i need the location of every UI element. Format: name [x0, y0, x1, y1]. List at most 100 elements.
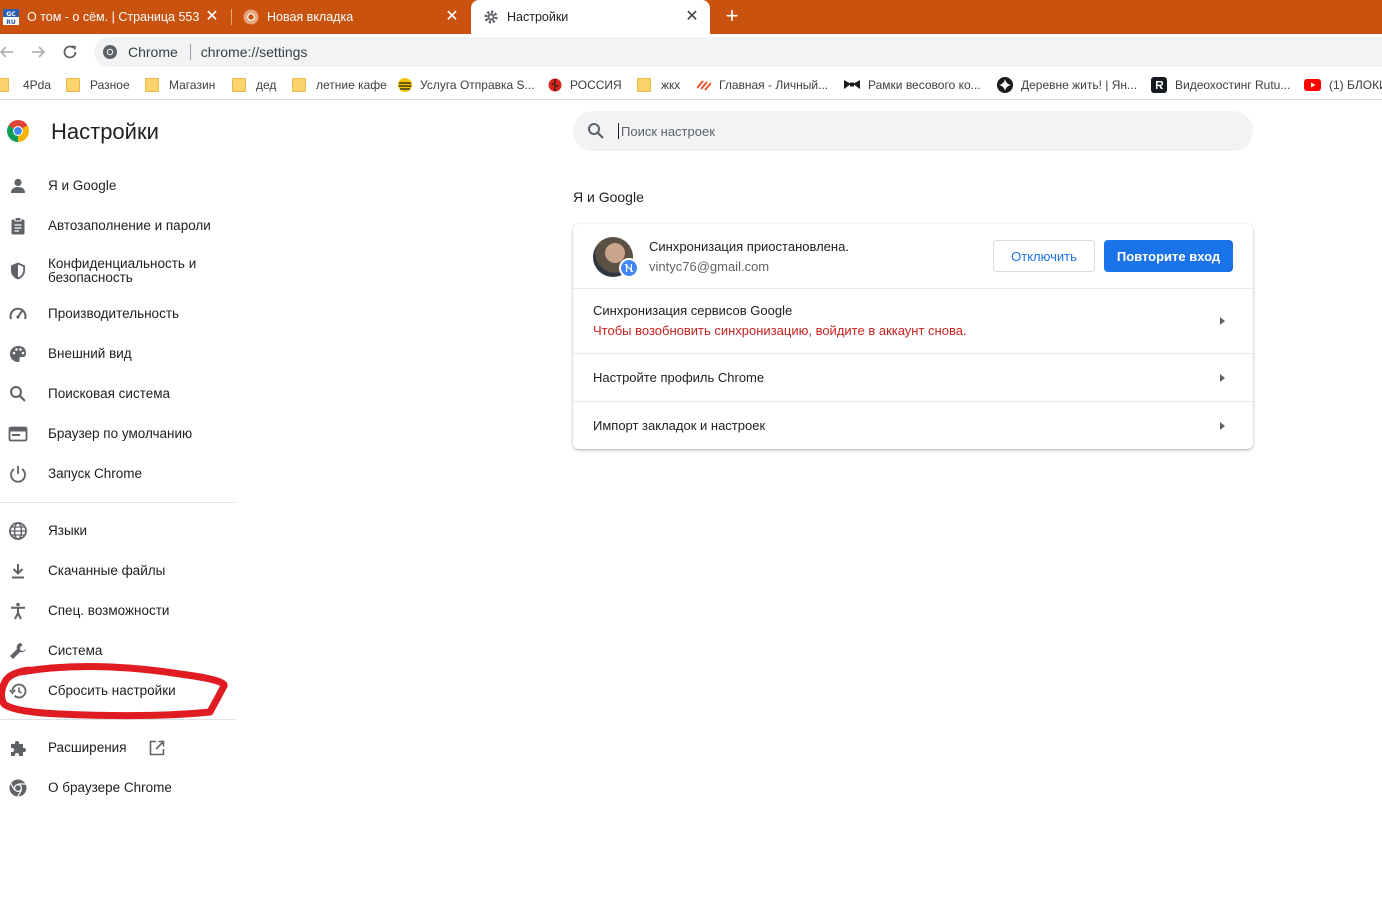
- sidebar-item-languages[interactable]: Языки: [0, 521, 235, 541]
- sidebar-item-label: Конфиденциальность и безопасность: [48, 256, 197, 285]
- bookmark-label: дед: [256, 78, 277, 92]
- person-icon: [11, 178, 25, 193]
- bookmark-label: жкх: [661, 78, 681, 92]
- folder-icon: [637, 78, 651, 92]
- bookmark-raznoe[interactable]: Разное: [66, 76, 130, 94]
- zen-icon: [997, 77, 1013, 93]
- row-error-text: Чтобы возобновить синхронизацию, войдите…: [593, 323, 967, 338]
- sidebar-item-label: Система: [48, 643, 103, 658]
- sidebar-item-on-startup[interactable]: Запуск Chrome: [0, 464, 235, 484]
- search-icon: [588, 123, 604, 139]
- external-link-icon[interactable]: [148, 739, 166, 757]
- reload-icon[interactable]: [60, 42, 80, 62]
- globe-icon: [9, 522, 27, 540]
- bookmark-4pda[interactable]: 4Pda: [0, 76, 51, 94]
- folder-icon: [292, 78, 306, 92]
- rutube-icon: [1151, 77, 1167, 93]
- bookmark-ramki[interactable]: Рамки весового ко...: [844, 76, 981, 94]
- section-title: Я и Google: [573, 189, 644, 205]
- gcru-icon: GC RU: [3, 9, 19, 25]
- chrome-icon: [103, 45, 117, 59]
- row-label: Настройте профиль Chrome: [593, 370, 765, 385]
- tab-close-icon[interactable]: ✕: [444, 9, 460, 25]
- tab-strip: GC RU О том - о сём. | Страница 553 | С …: [0, 0, 1382, 34]
- sidebar-item-performance[interactable]: Производительность: [0, 304, 235, 324]
- sidebar-item-about-chrome[interactable]: О браузере Chrome: [0, 778, 235, 798]
- puzzle-icon: [11, 741, 26, 756]
- sidebar-divider: [0, 502, 235, 503]
- tab-title: О том - о сём. | Страница 553 | С: [27, 10, 199, 24]
- youtube-icon: [1304, 79, 1321, 91]
- bookmark-label: Магазин: [169, 78, 216, 92]
- row-customize-profile[interactable]: Настройте профиль Chrome: [573, 354, 1253, 401]
- settings-search[interactable]: [573, 111, 1253, 151]
- bookmark-zhkh[interactable]: жкх: [637, 76, 680, 94]
- forward-arrow-icon[interactable]: [28, 42, 48, 62]
- omnibox[interactable]: Chrome chrome://settings: [94, 37, 1382, 67]
- sidebar-item-label: О браузере Chrome: [48, 780, 172, 795]
- bookmark-ded[interactable]: дед: [232, 76, 276, 94]
- sidebar-item-label: Я и Google: [48, 178, 117, 193]
- svg-text:RU: RU: [6, 19, 16, 25]
- sidebar-item-label: Внешний вид: [48, 346, 132, 361]
- sidebar-item-extensions[interactable]: Расширения: [0, 738, 235, 758]
- sidebar-item-label: Скачанные файлы: [48, 563, 166, 578]
- ladybug-icon: [548, 78, 562, 92]
- sidebar-item-search-engine[interactable]: Поисковая система: [0, 384, 235, 404]
- shield-icon: [11, 262, 25, 280]
- tab-title: Настройки: [507, 10, 569, 24]
- bookmark-magazin[interactable]: Магазин: [145, 76, 215, 94]
- chrome-icon: [9, 779, 27, 798]
- accessibility-icon: [11, 602, 25, 620]
- bookmark-derevne[interactable]: Деревне жить! | Ян...: [997, 76, 1137, 94]
- sync-status: Синхронизация приостановлена.: [649, 239, 849, 254]
- sign-in-again-button[interactable]: Повторите вход: [1104, 240, 1233, 272]
- sidebar-item-autofill[interactable]: Автозаполнение и пароли: [0, 216, 235, 236]
- bookmark-bloki[interactable]: (1) БЛОКИ: [1304, 76, 1382, 94]
- bookmark-label: Рамки весового ко...: [868, 78, 981, 92]
- row-sync-services[interactable]: Синхронизация сервисов Google Чтобы возо…: [573, 289, 1253, 353]
- sidebar-item-privacy[interactable]: Конфиденциальность и безопасность: [0, 256, 235, 286]
- sidebar-item-accessibility[interactable]: Спец. возможности: [0, 601, 235, 621]
- tab-close-icon[interactable]: ✕: [204, 9, 220, 25]
- new-tab-button[interactable]: +: [720, 5, 744, 29]
- bookmark-label: Разное: [90, 78, 130, 92]
- browser-window-icon: [8, 426, 28, 442]
- search-input[interactable]: [618, 123, 1218, 139]
- tab-separator: [231, 9, 232, 25]
- page-title: Настройки: [51, 119, 159, 144]
- sidebar-item-system[interactable]: Система: [0, 641, 235, 661]
- url-text[interactable]: chrome://settings: [201, 44, 308, 60]
- bookmarks-bar: 4Pda Разное Магазин дед летние кафе Услу…: [0, 70, 1382, 100]
- bookmark-glavnaya[interactable]: Главная - Личный...: [697, 76, 828, 94]
- tab-title: Новая вкладка: [267, 10, 354, 24]
- sidebar-item-appearance[interactable]: Внешний вид: [0, 344, 235, 364]
- sidebar-item-default-browser[interactable]: Браузер по умолчанию: [0, 424, 235, 444]
- disconnect-button[interactable]: Отключить: [993, 240, 1095, 272]
- clipboard-icon: [11, 217, 25, 235]
- back-arrow-icon[interactable]: [0, 42, 17, 62]
- chevron-right-icon: [1220, 374, 1225, 382]
- folder-icon: [0, 78, 9, 92]
- sidebar-item-label: Спец. возможности: [48, 603, 170, 618]
- sidebar-item-label: Поисковая система: [48, 386, 171, 401]
- red-highlight-annotation: [0, 662, 228, 720]
- account-email: vintyc76@gmail.com: [649, 259, 770, 274]
- gear-icon: [484, 10, 498, 24]
- tab-close-icon[interactable]: ✕: [684, 9, 700, 25]
- sidebar-item-you-and-google[interactable]: Я и Google: [0, 176, 235, 196]
- bookmark-letnie-kafe[interactable]: летние кафе: [292, 76, 387, 94]
- bookmark-usluga[interactable]: Услуга Отправка S...: [398, 76, 535, 94]
- row-import-bookmarks[interactable]: Импорт закладок и настроек: [573, 402, 1253, 449]
- tab-new-tab[interactable]: Новая вкладка ✕: [235, 0, 470, 34]
- tab-settings[interactable]: Настройки ✕: [471, 0, 710, 34]
- bookmark-rossiya[interactable]: РОССИЯ: [548, 76, 622, 94]
- toolbar: Chrome chrome://settings: [0, 34, 1382, 70]
- bookmark-rutube[interactable]: Видеохостинг Rutu...: [1151, 76, 1290, 94]
- sidebar-item-downloads[interactable]: Скачанные файлы: [0, 561, 235, 581]
- tab-gcru[interactable]: GC RU О том - о сём. | Страница 553 | С …: [0, 0, 230, 34]
- sidebar-item-label: Языки: [48, 523, 88, 538]
- stripes-icon: [697, 80, 711, 91]
- bookmark-label: Видеохостинг Rutu...: [1175, 78, 1291, 92]
- bookmark-label: Услуга Отправка S...: [420, 78, 535, 92]
